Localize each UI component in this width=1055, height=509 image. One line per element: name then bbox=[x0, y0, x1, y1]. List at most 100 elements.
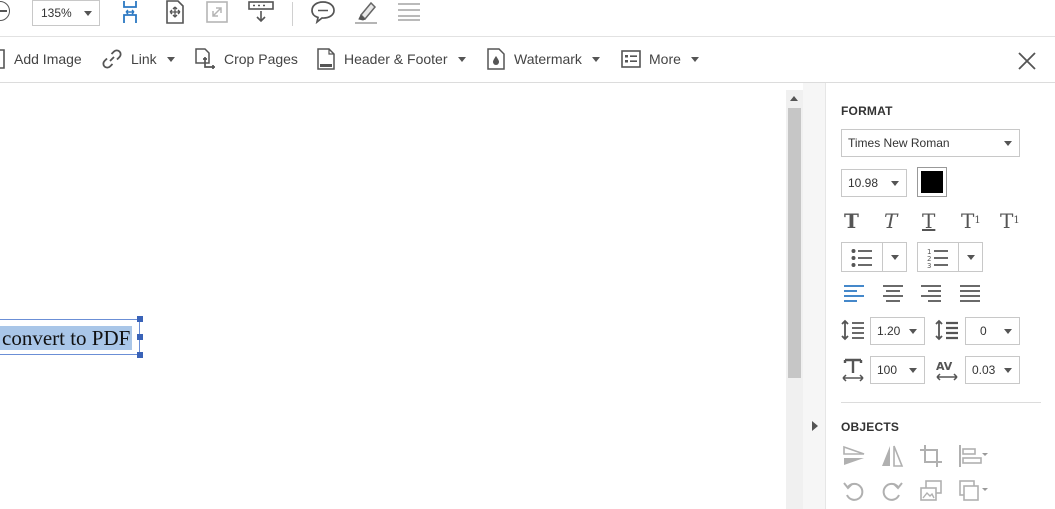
align-justify-icon[interactable] bbox=[959, 283, 981, 303]
paragraph-spacing-value: 0 bbox=[980, 324, 987, 338]
format-section-title: FORMAT bbox=[841, 104, 893, 118]
horizontal-scale-select[interactable]: 100 bbox=[870, 356, 925, 384]
format-panel: FORMAT Times New Roman 10.98 T T T T1 T1… bbox=[826, 83, 1055, 509]
character-spacing-icon: AV bbox=[936, 360, 958, 381]
header-footer-label: Header & Footer bbox=[344, 51, 448, 67]
rotate-clockwise-icon[interactable] bbox=[880, 479, 904, 503]
paragraph-spacing-select[interactable]: 0 bbox=[965, 317, 1020, 345]
zoom-select[interactable]: 135% bbox=[32, 0, 100, 26]
svg-text:AV: AV bbox=[936, 360, 953, 373]
svg-text:3: 3 bbox=[927, 262, 931, 269]
split-divider bbox=[958, 243, 959, 271]
toolbar-divider bbox=[292, 2, 293, 26]
italic-t-icon[interactable]: T bbox=[884, 210, 897, 232]
header-footer-button[interactable]: Header & Footer bbox=[316, 47, 466, 71]
underline-t-icon[interactable]: T bbox=[922, 210, 935, 232]
numbered-list-icon: 1 2 3 bbox=[927, 248, 948, 269]
top-toolbar: 135% bbox=[0, 0, 1055, 37]
comment-icon[interactable] bbox=[311, 0, 335, 24]
edit-toolbar: Add Image Link Crop Pages Header & Foote… bbox=[0, 37, 1055, 83]
horizontal-scale-value: 100 bbox=[877, 363, 898, 377]
character-spacing-value: 0.03 bbox=[972, 363, 996, 377]
font-family-value: Times New Roman bbox=[848, 136, 950, 150]
font-family-select[interactable]: Times New Roman bbox=[841, 129, 1020, 157]
split-divider bbox=[882, 243, 883, 271]
chevron-down-icon bbox=[84, 11, 92, 16]
font-size-value: 10.98 bbox=[848, 176, 879, 190]
align-objects-icon[interactable] bbox=[958, 444, 990, 468]
highlight-icon[interactable] bbox=[354, 0, 378, 24]
align-left-icon[interactable] bbox=[843, 283, 865, 303]
bullet-list-icon bbox=[851, 249, 872, 267]
crop-pages-icon bbox=[195, 48, 215, 69]
collapse-panel-icon[interactable] bbox=[812, 421, 818, 431]
line-spacing-select[interactable]: 1.20 bbox=[870, 317, 925, 345]
chevron-down-icon[interactable] bbox=[457, 56, 466, 62]
resize-handle[interactable] bbox=[137, 316, 143, 322]
add-image-button[interactable]: Add Image bbox=[0, 47, 82, 71]
chevron-down-icon[interactable] bbox=[891, 255, 899, 260]
character-spacing-select[interactable]: 0.03 bbox=[965, 356, 1020, 384]
scroll-up-arrow-icon[interactable] bbox=[786, 90, 803, 107]
more-icon bbox=[621, 50, 641, 68]
watermark-label: Watermark bbox=[514, 51, 582, 67]
link-label: Link bbox=[131, 51, 157, 67]
crop-pages-label: Crop Pages bbox=[224, 51, 298, 67]
rotate-counterclockwise-icon[interactable] bbox=[842, 479, 866, 503]
section-divider bbox=[841, 402, 1041, 403]
watermark-button[interactable]: Watermark bbox=[486, 47, 600, 71]
bold-t-icon[interactable]: T bbox=[844, 210, 859, 232]
chevron-down-icon bbox=[909, 368, 917, 373]
scroll-mode-icon[interactable] bbox=[248, 0, 274, 24]
full-screen-icon bbox=[206, 1, 228, 23]
link-button[interactable]: Link bbox=[101, 47, 175, 71]
chevron-down-icon bbox=[909, 329, 917, 334]
chevron-down-icon[interactable] bbox=[166, 56, 175, 62]
vertical-scrollbar[interactable] bbox=[786, 90, 803, 509]
font-size-select[interactable]: 10.98 bbox=[841, 169, 907, 197]
chevron-down-icon bbox=[1004, 329, 1012, 334]
objects-section-title: OBJECTS bbox=[841, 420, 900, 434]
fit-page-icon[interactable] bbox=[118, 0, 142, 24]
zoom-value: 135% bbox=[41, 6, 72, 20]
superscript-icon[interactable]: T1 bbox=[961, 210, 981, 232]
header-footer-icon bbox=[317, 48, 335, 70]
chevron-down-icon bbox=[1004, 141, 1012, 146]
chevron-down-icon bbox=[1004, 368, 1012, 373]
line-spacing-value: 1.20 bbox=[877, 324, 901, 338]
chevron-down-icon bbox=[891, 181, 899, 186]
bullet-list-button[interactable] bbox=[841, 242, 907, 272]
replace-image-icon[interactable] bbox=[919, 479, 943, 503]
resize-handle[interactable] bbox=[137, 334, 143, 340]
resize-handle[interactable] bbox=[137, 352, 143, 358]
line-spacing-icon bbox=[841, 319, 864, 341]
align-center-icon[interactable] bbox=[882, 283, 904, 303]
crop-icon[interactable] bbox=[919, 444, 943, 468]
align-right-icon[interactable] bbox=[920, 283, 942, 303]
font-color-fill bbox=[921, 171, 943, 193]
paragraph-spacing-icon bbox=[935, 319, 958, 341]
close-icon[interactable] bbox=[1016, 50, 1038, 72]
flip-vertical-icon[interactable] bbox=[842, 444, 866, 468]
document-canvas[interactable]: convert to PDF bbox=[0, 83, 786, 509]
image-icon bbox=[0, 49, 5, 69]
add-image-label: Add Image bbox=[14, 51, 82, 67]
chevron-down-icon[interactable] bbox=[591, 56, 600, 62]
watermark-icon bbox=[487, 48, 505, 70]
font-color-swatch[interactable] bbox=[917, 167, 947, 197]
scrollbar-thumb[interactable] bbox=[788, 108, 801, 378]
strikethrough-icon[interactable] bbox=[397, 0, 421, 24]
fit-width-icon[interactable] bbox=[163, 0, 187, 24]
selected-text[interactable]: convert to PDF bbox=[0, 326, 133, 350]
zoom-out-icon[interactable] bbox=[0, 1, 10, 21]
more-button[interactable]: More bbox=[621, 47, 699, 71]
link-icon bbox=[102, 49, 122, 69]
chevron-down-icon[interactable] bbox=[967, 255, 975, 260]
crop-pages-button[interactable]: Crop Pages bbox=[194, 47, 298, 71]
subscript-icon[interactable]: T1 bbox=[1000, 210, 1020, 232]
chevron-down-icon[interactable] bbox=[690, 56, 699, 62]
flip-horizontal-icon[interactable] bbox=[880, 444, 904, 468]
numbered-list-button[interactable]: 1 2 3 bbox=[917, 242, 983, 272]
horizontal-scale-icon bbox=[842, 358, 864, 382]
arrange-objects-icon[interactable] bbox=[958, 479, 990, 503]
